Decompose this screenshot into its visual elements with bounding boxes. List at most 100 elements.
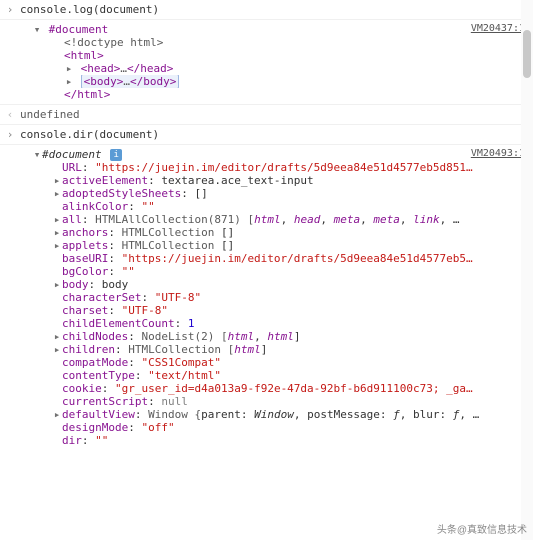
property-value: "gr_user_id=d4a013a9-f92e-47da-92bf-b6d9… [115, 382, 473, 395]
dom-body-hovered[interactable]: <body>…</body> [81, 75, 180, 88]
property-key: activeElement [62, 174, 148, 187]
watermark: 头条@真致信息技术 [437, 521, 527, 536]
disclosure-closed-icon[interactable]: ▸ [52, 330, 62, 343]
property-key: anchors [62, 226, 108, 239]
property-type: Window { [148, 408, 201, 421]
input-code: console.log(document) [20, 3, 533, 16]
disclosure-closed-icon[interactable]: ▸ [52, 343, 62, 356]
dom-html-close: </html> [20, 88, 533, 101]
property-key: currentScript [62, 395, 148, 408]
property-type: HTMLAllCollection(871) [ [95, 213, 254, 226]
property-row[interactable]: ▸applets: HTMLCollection [] [20, 239, 533, 252]
dir-document[interactable]: #document [42, 148, 102, 161]
property-row[interactable]: alinkColor: "" [20, 200, 533, 213]
collection-item: html [234, 343, 261, 356]
property-row[interactable]: baseURI: "https://juejin.im/editor/draft… [20, 252, 533, 265]
disclosure-closed-icon[interactable]: ▸ [52, 408, 62, 421]
collection-item: head [294, 213, 321, 226]
property-row[interactable]: ▸all: HTMLAllCollection(871) [html, head… [20, 213, 533, 226]
disclosure-closed-icon[interactable]: ▸ [52, 187, 62, 200]
input-code: console.dir(document) [20, 128, 533, 141]
dom-head-close: </head> [127, 62, 173, 75]
property-type: HTMLCollection [122, 226, 221, 239]
property-key: applets [62, 239, 108, 252]
property-row[interactable]: charset: "UTF-8" [20, 304, 533, 317]
property-row[interactable]: URL: "https://juejin.im/editor/drafts/5d… [20, 161, 533, 174]
collection-item: ƒ [393, 408, 400, 421]
property-value: body [102, 278, 129, 291]
collection-item: meta [373, 213, 400, 226]
property-key: designMode [62, 421, 128, 434]
property-row[interactable]: ▸anchors: HTMLCollection [] [20, 226, 533, 239]
property-key: cookie [62, 382, 102, 395]
property-row[interactable]: cookie: "gr_user_id=d4a013a9-f92e-47da-9… [20, 382, 533, 395]
dom-doctype: <!doctype html> [20, 36, 533, 49]
property-row[interactable]: designMode: "off" [20, 421, 533, 434]
console-input-row: › console.dir(document) [0, 125, 533, 145]
property-value: "off" [141, 421, 174, 434]
property-value: "text/html" [148, 369, 221, 382]
disclosure-closed-icon[interactable]: ▸ [52, 239, 62, 252]
property-key: body [62, 278, 89, 291]
console-return-row: ‹ undefined [0, 105, 533, 125]
disclosure-closed-icon[interactable]: ▸ [52, 213, 62, 226]
dom-document[interactable]: #document [49, 23, 109, 36]
disclosure-closed-icon[interactable]: ▸ [52, 226, 62, 239]
property-key: adoptedStyleSheets [62, 187, 181, 200]
property-key: bgColor [62, 265, 108, 278]
disclosure-closed-icon[interactable]: ▸ [52, 278, 62, 291]
dom-head-open[interactable]: <head> [81, 62, 121, 75]
property-key: childNodes [62, 330, 128, 343]
property-row[interactable]: ▸defaultView: Window {parent: Window, po… [20, 408, 533, 421]
collection-item: ƒ [453, 408, 460, 421]
property-key: childElementCount [62, 317, 175, 330]
disclosure-open-icon[interactable]: ▾ [32, 23, 42, 36]
property-value: [] [221, 239, 234, 252]
scrollbar[interactable] [521, 0, 533, 540]
property-row[interactable]: ▸adoptedStyleSheets: [] [20, 187, 533, 200]
property-row[interactable]: ▸children: HTMLCollection [html] [20, 343, 533, 356]
property-row[interactable]: currentScript: null [20, 395, 533, 408]
property-row[interactable]: bgColor: "" [20, 265, 533, 278]
collection-item: html [267, 330, 294, 343]
disclosure-closed-icon[interactable]: ▸ [64, 75, 74, 88]
property-row[interactable]: compatMode: "CSS1Compat" [20, 356, 533, 369]
disclosure-closed-icon[interactable]: ▸ [52, 174, 62, 187]
property-row[interactable]: ▸childNodes: NodeList(2) [html, html] [20, 330, 533, 343]
collection-item: link [413, 213, 440, 226]
property-row[interactable]: dir: "" [20, 434, 533, 447]
property-key: all [62, 213, 82, 226]
dom-html-open[interactable]: <html> [20, 49, 533, 62]
property-row[interactable]: contentType: "text/html" [20, 369, 533, 382]
property-key: baseURI [62, 252, 108, 265]
property-value: "https://juejin.im/editor/drafts/5d9eea8… [95, 161, 473, 174]
disclosure-open-icon[interactable]: ▾ [32, 148, 42, 161]
property-key: compatMode [62, 356, 128, 369]
console-output-row: ▾ #document VM20437:1 <!doctype html> <h… [0, 20, 533, 105]
return-value: undefined [20, 108, 533, 121]
property-key: dir [62, 434, 82, 447]
property-row[interactable]: characterSet: "UTF-8" [20, 291, 533, 304]
property-row[interactable]: ▸activeElement: textarea.ace_text-input [20, 174, 533, 187]
property-row[interactable]: childElementCount: 1 [20, 317, 533, 330]
property-row[interactable]: ▸body: body [20, 278, 533, 291]
input-icon: › [0, 128, 20, 141]
console-output-row: ▾#document i VM20493:1 URL: "https://jue… [0, 145, 533, 450]
property-key: URL [62, 161, 82, 174]
collection-item: html [254, 213, 281, 226]
property-key: characterSet [62, 291, 141, 304]
property-value: "https://juejin.im/editor/drafts/5d9eea8… [122, 252, 473, 265]
property-value: "" [122, 265, 135, 278]
property-key: charset [62, 304, 108, 317]
disclosure-closed-icon[interactable]: ▸ [64, 62, 74, 75]
collection-item: meta [334, 213, 361, 226]
property-type: HTMLCollection [ [128, 343, 234, 356]
collection-item: Window [254, 408, 294, 421]
property-key: contentType [62, 369, 135, 382]
property-value: "UTF-8" [155, 291, 201, 304]
property-value: 1 [188, 317, 195, 330]
property-value: "" [141, 200, 154, 213]
property-value: "" [95, 434, 108, 447]
info-icon[interactable]: i [110, 149, 122, 161]
scrollbar-thumb[interactable] [523, 30, 531, 78]
